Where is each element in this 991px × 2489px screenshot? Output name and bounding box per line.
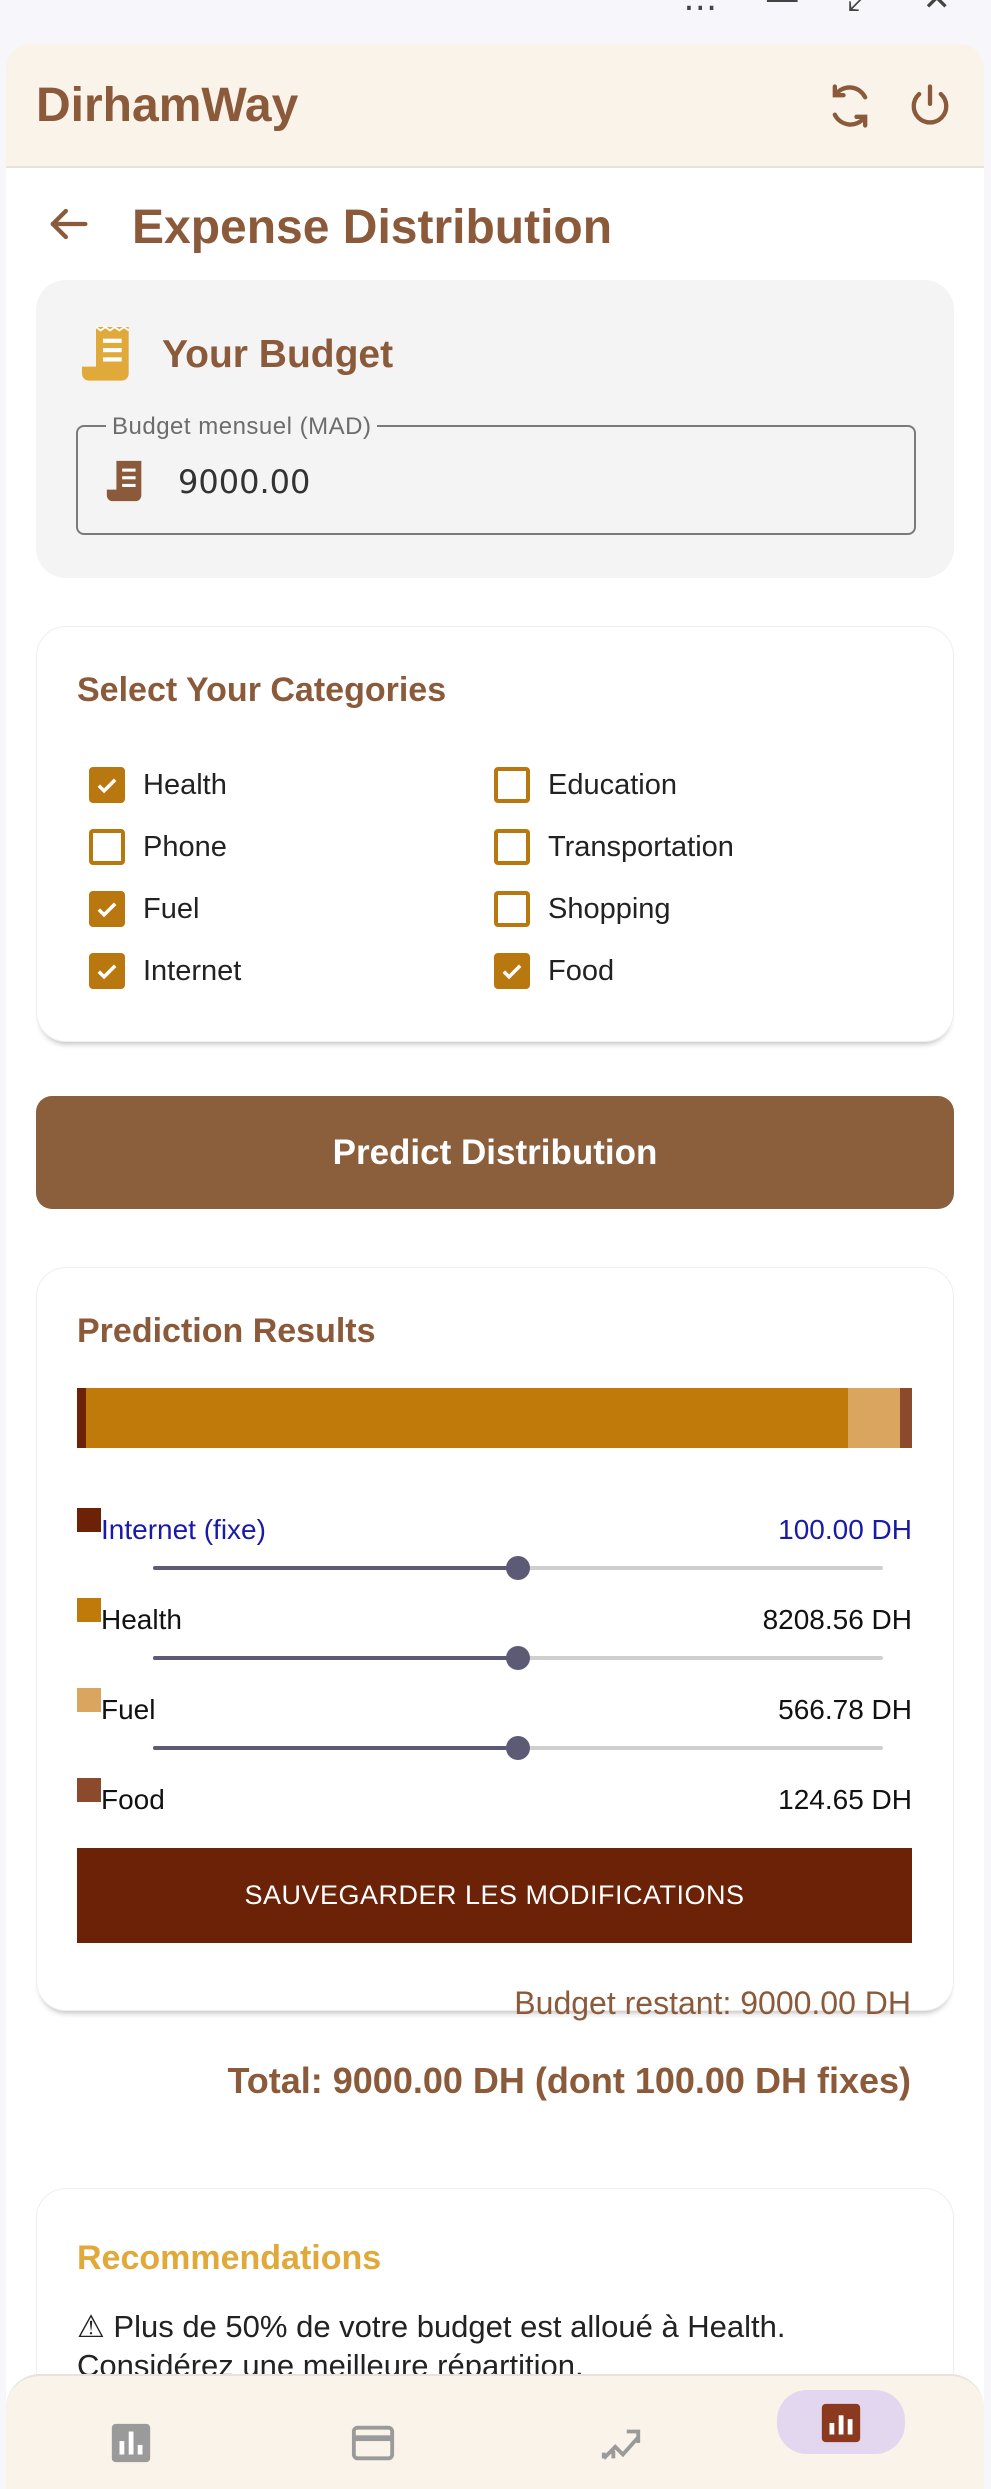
budget-title: Your Budget bbox=[162, 333, 394, 376]
predict-distribution-button[interactable]: Predict Distribution bbox=[36, 1096, 954, 1209]
result-row: Health 8208.56 DH bbox=[77, 1598, 912, 1638]
slider-thumb[interactable] bbox=[506, 1736, 530, 1760]
resize-icon[interactable]: ⤢ bbox=[847, 0, 874, 16]
app-bar: DirhamWay bbox=[6, 44, 984, 168]
checkbox-checked-icon[interactable] bbox=[89, 891, 125, 927]
category-label: Fuel bbox=[143, 892, 200, 925]
bar-segment-fuel bbox=[847, 1388, 901, 1448]
page-header: Expense Distribution bbox=[6, 168, 984, 278]
receipt-icon bbox=[82, 324, 138, 386]
result-value: 124.65 DH bbox=[778, 1784, 912, 1815]
category-food[interactable]: Food bbox=[494, 953, 614, 989]
checkbox-empty-icon[interactable] bbox=[494, 767, 530, 803]
category-label: Shopping bbox=[548, 892, 671, 925]
slider-food[interactable] bbox=[153, 1733, 883, 1763]
checkbox-checked-icon[interactable] bbox=[494, 953, 530, 989]
slider-health[interactable] bbox=[153, 1553, 883, 1583]
refresh-icon[interactable] bbox=[824, 80, 876, 132]
slider-thumb[interactable] bbox=[506, 1556, 530, 1580]
slider-active-track bbox=[153, 1566, 518, 1570]
result-label: Fuel bbox=[101, 1694, 156, 1725]
save-changes-button[interactable]: SAUVEGARDER LES MODIFICATIONS bbox=[77, 1848, 912, 1943]
category-label: Health bbox=[143, 768, 227, 801]
category-shopping[interactable]: Shopping bbox=[494, 891, 671, 927]
result-value: 8208.56 DH bbox=[762, 1604, 912, 1635]
category-fuel[interactable]: Fuel bbox=[89, 891, 199, 927]
category-education[interactable]: Education bbox=[494, 767, 677, 803]
bar-segment-food bbox=[900, 1388, 912, 1448]
result-row: Food 124.65 DH bbox=[77, 1778, 912, 1818]
category-label: Internet bbox=[143, 954, 242, 987]
power-icon[interactable] bbox=[904, 80, 956, 132]
checkbox-empty-icon[interactable] bbox=[89, 829, 125, 865]
result-row: Internet (fixe) 100.00 DH bbox=[77, 1508, 912, 1548]
nav-bar-chart-icon[interactable] bbox=[86, 2410, 176, 2480]
window-controls: … — ⤢ ✕ bbox=[683, 0, 951, 30]
slider-active-track bbox=[153, 1746, 518, 1750]
legend-swatch bbox=[77, 1778, 101, 1802]
slider-thumb[interactable] bbox=[506, 1646, 530, 1670]
budget-card: Your Budget Budget mensuel (MAD) 9000.00 bbox=[36, 280, 954, 578]
budget-input[interactable]: Budget mensuel (MAD) 9000.00 bbox=[76, 413, 916, 535]
category-health[interactable]: Health bbox=[89, 767, 227, 803]
legend-swatch bbox=[77, 1688, 101, 1712]
category-phone[interactable]: Phone bbox=[89, 829, 227, 865]
bar-segment-health bbox=[86, 1388, 848, 1448]
result-label: Health bbox=[101, 1604, 182, 1635]
checkbox-empty-icon[interactable] bbox=[494, 891, 530, 927]
bar-chart-icon bbox=[108, 2410, 154, 2471]
budget-header: Your Budget bbox=[82, 324, 393, 386]
receipt-small-icon bbox=[106, 459, 146, 505]
category-transportation[interactable]: Transportation bbox=[494, 829, 734, 865]
bottom-navigation bbox=[6, 2374, 984, 2489]
result-label: Food bbox=[101, 1784, 165, 1815]
checkbox-empty-icon[interactable] bbox=[494, 829, 530, 865]
nav-trending-up-icon[interactable] bbox=[576, 2410, 666, 2480]
total-summary: Total: 9000.00 DH (dont 100.00 DH fixes) bbox=[227, 2060, 911, 2101]
app-title: DirhamWay bbox=[36, 79, 299, 132]
credit-card-icon bbox=[350, 2410, 396, 2471]
categories-title: Select Your Categories bbox=[77, 671, 447, 709]
legend-swatch bbox=[77, 1598, 101, 1622]
result-value: 100.00 DH bbox=[778, 1514, 912, 1545]
app-frame: DirhamWay Expense Distribution Your Budg… bbox=[6, 44, 984, 2489]
checkbox-checked-icon[interactable] bbox=[89, 767, 125, 803]
more-icon[interactable]: … bbox=[683, 0, 717, 16]
legend-swatch bbox=[77, 1508, 101, 1532]
back-arrow-icon[interactable] bbox=[42, 198, 94, 250]
slider-fuel[interactable] bbox=[153, 1643, 883, 1673]
analytics-icon bbox=[818, 2390, 864, 2451]
page-title: Expense Distribution bbox=[132, 201, 613, 254]
minimize-icon[interactable]: — bbox=[765, 0, 799, 16]
close-icon[interactable]: ✕ bbox=[923, 0, 952, 16]
result-value: 566.78 DH bbox=[778, 1694, 912, 1725]
results-title: Prediction Results bbox=[77, 1312, 376, 1350]
result-label: Internet (fixe) bbox=[101, 1514, 266, 1545]
category-label: Education bbox=[548, 768, 677, 801]
remaining-budget: Budget restant: 9000.00 DH bbox=[514, 1985, 911, 2021]
category-label: Food bbox=[548, 954, 615, 987]
category-internet[interactable]: Internet bbox=[89, 953, 241, 989]
nav-credit-card-icon[interactable] bbox=[328, 2410, 418, 2480]
category-label: Phone bbox=[143, 830, 227, 863]
distribution-bar bbox=[77, 1388, 912, 1448]
category-label: Transportation bbox=[548, 830, 734, 863]
prediction-results-card: Prediction Results Internet (fixe) 100.00… bbox=[36, 1267, 954, 2101]
recommendations-title: Recommendations bbox=[77, 2239, 382, 2277]
result-row: Fuel 566.78 DH bbox=[77, 1688, 912, 1728]
nav-analytics-icon[interactable] bbox=[777, 2390, 905, 2454]
categories-card: Select Your Categories Health Education Ph… bbox=[36, 626, 954, 1042]
trending-up-icon bbox=[598, 2410, 644, 2471]
budget-input-value: 9000.00 bbox=[178, 463, 311, 501]
budget-input-label: Budget mensuel (MAD) bbox=[106, 413, 378, 441]
slider-active-track bbox=[153, 1656, 518, 1660]
bar-segment-internet-fixe bbox=[77, 1388, 87, 1448]
checkbox-checked-icon[interactable] bbox=[89, 953, 125, 989]
